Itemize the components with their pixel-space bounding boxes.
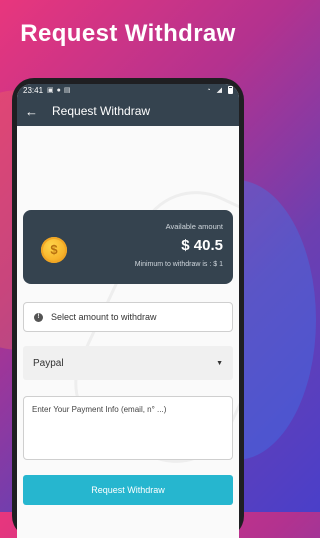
payment-info-input[interactable]	[23, 396, 233, 460]
signal-icon: ◢	[216, 87, 222, 94]
balance-card: $ Available amount $ 40.5 Minimum to wit…	[23, 210, 233, 284]
status-bar: 23:41 ▣ ● ▤ ◔ ◢	[17, 84, 239, 96]
page-title: Request Withdraw	[52, 104, 151, 118]
back-arrow-icon[interactable]: ←	[25, 104, 38, 119]
promo-title: Request Withdraw	[20, 20, 236, 47]
request-withdraw-button[interactable]: Request Withdraw	[23, 475, 233, 505]
payment-method-dropdown[interactable]: Paypal ▼	[23, 346, 233, 380]
phone-frame: 23:41 ▣ ● ▤ ◔ ◢ ← Request Withdraw $ Ava…	[12, 78, 244, 538]
battery-icon	[228, 86, 233, 94]
gallery-icon: ▣	[47, 87, 54, 94]
status-time: 23:41	[23, 85, 44, 95]
notification-icon: ●	[56, 86, 61, 94]
available-amount-label: Available amount	[165, 222, 223, 231]
coin-icon: $	[41, 237, 67, 263]
payment-method-value: Paypal	[33, 357, 64, 369]
app-screen: 23:41 ▣ ● ▤ ◔ ◢ ← Request Withdraw $ Ava…	[17, 84, 239, 538]
info-icon: !	[34, 312, 43, 322]
amount-select[interactable]: ! Select amount to withdraw	[23, 302, 233, 332]
app-bar: ← Request Withdraw	[17, 96, 239, 126]
message-icon: ▤	[63, 87, 71, 94]
minimum-withdraw-label: Minimum to withdraw is : $ 1	[134, 261, 223, 268]
amount-select-label: Select amount to withdraw	[51, 312, 157, 322]
wifi-icon: ◔	[206, 86, 211, 94]
dropdown-arrow-icon: ▼	[216, 359, 223, 367]
balance-amount: $ 40.5	[181, 237, 223, 254]
